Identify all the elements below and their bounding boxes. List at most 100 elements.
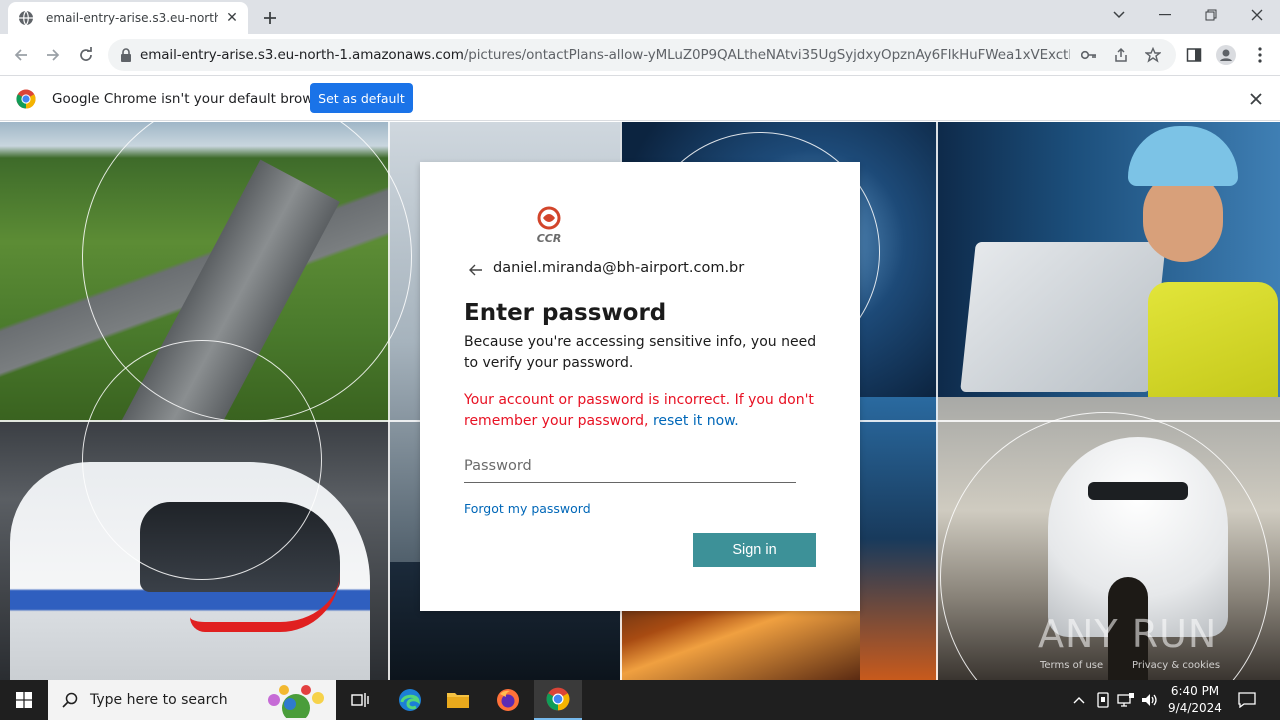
firefox-icon: [497, 689, 519, 711]
windows-taskbar: Type here to search 6:40 PM 9/4/2024: [0, 680, 1280, 720]
error-text: Your account or password is incorrect. I…: [464, 392, 814, 429]
decor-divider: [936, 122, 938, 680]
reload-button[interactable]: [74, 43, 98, 67]
clock-time: 6:40 PM: [1170, 684, 1220, 698]
search-highlight-icon: [268, 685, 324, 718]
forward-button[interactable]: [41, 43, 65, 67]
arrow-left-icon: [469, 264, 482, 276]
windows-logo-icon: [16, 692, 32, 708]
default-browser-infobar: Google Chrome isn't your default browser…: [0, 77, 1280, 121]
restore-icon: [1205, 9, 1217, 21]
edge-app[interactable]: [386, 680, 434, 720]
start-button[interactable]: [0, 680, 48, 720]
close-icon: [1251, 9, 1263, 21]
helmet-shape: [1128, 126, 1238, 186]
password-input[interactable]: [464, 450, 796, 483]
reset-password-link[interactable]: reset it now.: [653, 413, 739, 429]
tab-title: email-entry-arise.s3.eu-north-1.amazonaw…: [46, 11, 218, 25]
account-email: daniel.miranda@bh-airport.com.br: [493, 260, 745, 276]
logo-text: CCR: [537, 232, 562, 244]
chevron-up-icon: [1073, 697, 1085, 704]
notification-icon: [1238, 692, 1256, 708]
restore-button[interactable]: [1188, 0, 1234, 30]
search-placeholder: Type here to search: [90, 692, 228, 708]
forgot-password-link[interactable]: Forgot my password: [464, 501, 591, 516]
reload-icon: [80, 47, 92, 61]
notifications-button[interactable]: [1234, 680, 1260, 720]
bookmark-button[interactable]: [1144, 46, 1162, 64]
anyrun-watermark: ANY RUN: [1038, 612, 1218, 656]
side-panel-icon: [1186, 48, 1202, 62]
star-icon: [1145, 47, 1161, 63]
back-arrow-button[interactable]: [466, 260, 486, 280]
browser-toolbar: email-entry-arise.s3.eu-north-1.amazonaw…: [0, 34, 1280, 76]
globe-icon: [19, 10, 33, 26]
chevron-down-icon: [1113, 11, 1125, 19]
infobar-message: Google Chrome isn't your default browser: [52, 91, 335, 107]
minimize-button[interactable]: [1142, 0, 1188, 30]
lock-icon: [121, 48, 131, 62]
url-text: email-entry-arise.s3.eu-north-1.amazonaw…: [140, 47, 1070, 63]
login-card: CCR daniel.miranda@bh-airport.com.br Ent…: [420, 162, 860, 611]
privacy-link[interactable]: Privacy & cookies: [1132, 660, 1220, 671]
search-icon: [62, 692, 78, 708]
engineer-photo: [938, 122, 1280, 397]
browser-tab[interactable]: email-entry-arise.s3.eu-north-1.amazonaw…: [8, 2, 248, 34]
device-tray-button[interactable]: [1094, 680, 1112, 720]
error-message: Your account or password is incorrect. I…: [464, 390, 824, 432]
folder-icon: [447, 693, 469, 708]
taskbar-clock[interactable]: 6:40 PM 9/4/2024: [1164, 683, 1226, 717]
close-icon: [1250, 93, 1262, 105]
plus-icon: [264, 12, 276, 24]
vest-shape: [1148, 282, 1278, 397]
url-path: /pictures/ontactPlans-allow-yMLuZ0P9QALt…: [463, 47, 1070, 63]
set-as-default-button[interactable]: Set as default: [310, 83, 413, 113]
share-icon: [1115, 47, 1127, 62]
speaker-icon: [1142, 694, 1157, 706]
ccr-logo: CCR: [537, 206, 562, 244]
password-key-button[interactable]: [1080, 46, 1098, 64]
profile-button[interactable]: [1214, 43, 1238, 67]
menu-button[interactable]: [1248, 43, 1272, 67]
city-photo: [860, 397, 940, 680]
edge-icon: [399, 689, 421, 711]
side-panel-button[interactable]: [1182, 43, 1206, 67]
show-hidden-icons-button[interactable]: [1070, 680, 1088, 720]
firefox-app[interactable]: [484, 680, 532, 720]
key-icon: [1081, 50, 1096, 60]
more-vertical-icon: [1258, 47, 1262, 63]
taskbar-search-box[interactable]: Type here to search: [48, 680, 336, 720]
url-host: email-entry-arise.s3.eu-north-1.amazonaw…: [140, 47, 464, 63]
chrome-app[interactable]: [534, 680, 582, 720]
chrome-icon: [546, 687, 570, 711]
decor-divider: [388, 122, 390, 680]
tab-strip: email-entry-arise.s3.eu-north-1.amazonaw…: [0, 0, 1280, 34]
description-text: Because you're accessing sensitive info,…: [464, 334, 817, 371]
back-button[interactable]: [9, 43, 33, 67]
sign-in-button[interactable]: Sign in: [693, 533, 816, 567]
page-title: Enter password: [464, 300, 667, 326]
terms-link[interactable]: Terms of use: [1040, 660, 1103, 671]
laptop-shape: [960, 242, 1166, 392]
minimize-icon: [1159, 14, 1171, 16]
close-window-button[interactable]: [1234, 0, 1280, 30]
task-view-icon: [351, 693, 369, 707]
network-button[interactable]: [1116, 680, 1136, 720]
new-tab-button[interactable]: [258, 6, 282, 30]
tab-close-icon[interactable]: ✕: [224, 10, 240, 26]
arrow-left-icon: [14, 49, 27, 61]
file-explorer-app[interactable]: [434, 680, 482, 720]
avatar-icon: [1216, 45, 1236, 65]
network-icon: [1117, 693, 1134, 707]
arrow-right-icon: [47, 49, 60, 61]
clock-date: 9/4/2024: [1168, 701, 1222, 715]
chrome-logo-icon: [16, 89, 36, 109]
volume-button[interactable]: [1140, 680, 1160, 720]
infobar-close-button[interactable]: [1246, 89, 1266, 109]
tab-search-button[interactable]: [1096, 0, 1142, 30]
device-icon: [1097, 692, 1109, 708]
decor-circle: [82, 340, 322, 580]
address-bar[interactable]: email-entry-arise.s3.eu-north-1.amazonaw…: [108, 39, 1176, 71]
share-button[interactable]: [1112, 46, 1130, 64]
task-view-button[interactable]: [336, 680, 384, 720]
